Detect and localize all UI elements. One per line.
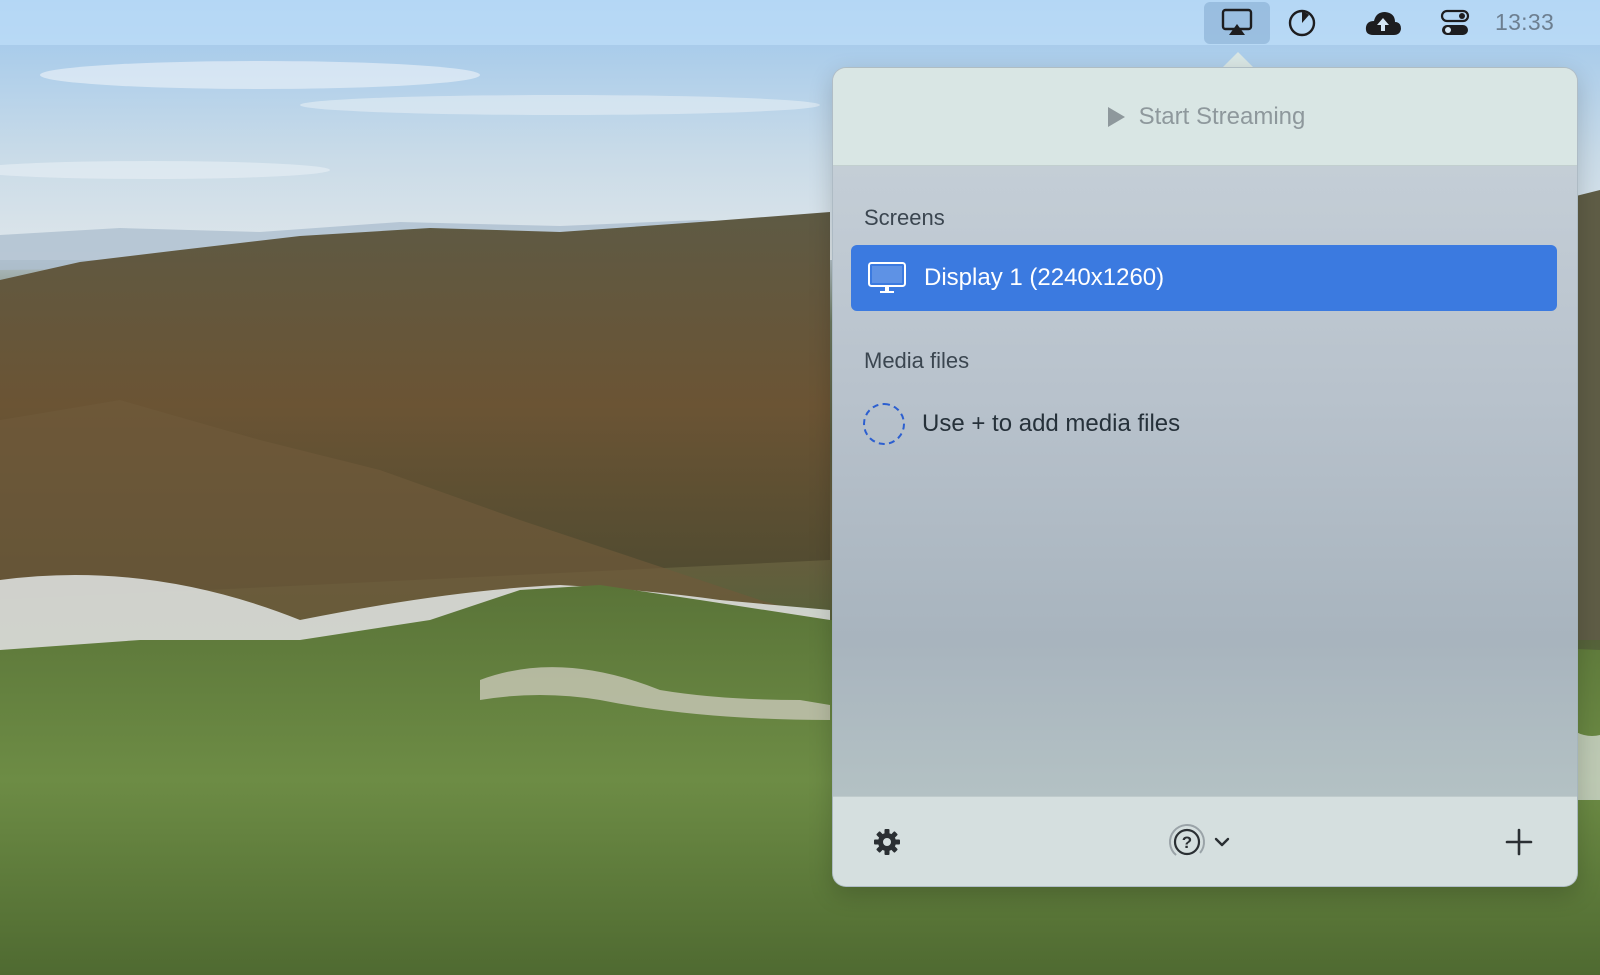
airplay-question-icon: ? — [1169, 824, 1205, 860]
media-files-heading: Media files — [864, 348, 970, 373]
menu-bar: 13:33 — [0, 0, 1600, 45]
svg-text:?: ? — [1182, 833, 1192, 852]
streaming-popover: Start Streaming Screens Display 1 (2240x… — [832, 67, 1578, 887]
popover-header: Start Streaming — [833, 68, 1577, 166]
media-placeholder-icon — [863, 403, 905, 445]
media-files-empty-state: Use + to add media files — [863, 400, 1553, 448]
airplay-icon[interactable] — [1204, 2, 1270, 44]
timer-icon[interactable] — [1280, 2, 1324, 44]
screens-heading: Screens — [864, 205, 945, 230]
gear-icon[interactable] — [867, 819, 907, 865]
cloud-upload-icon[interactable] — [1360, 2, 1406, 44]
plus-icon — [1505, 828, 1533, 856]
chevron-down-icon — [1214, 837, 1230, 847]
start-streaming-label: Start Streaming — [1138, 102, 1306, 130]
control-center-icon[interactable] — [1432, 2, 1478, 44]
menubar-clock: 13:33 — [1495, 9, 1555, 35]
media-files-hint: Use + to add media files — [922, 410, 1181, 437]
screen-item-display-1[interactable]: Display 1 (2240x1260) — [851, 245, 1557, 311]
receiver-selector[interactable]: ? — [1159, 819, 1239, 865]
popover-footer: ? — [833, 796, 1577, 886]
play-icon — [1107, 106, 1125, 127]
screen-item-label: Display 1 (2240x1260) — [924, 264, 1165, 291]
start-streaming-button[interactable]: Start Streaming — [1105, 102, 1306, 131]
popover-arrow — [1222, 52, 1254, 68]
monitor-icon — [868, 262, 906, 293]
add-media-button[interactable] — [1497, 819, 1541, 865]
